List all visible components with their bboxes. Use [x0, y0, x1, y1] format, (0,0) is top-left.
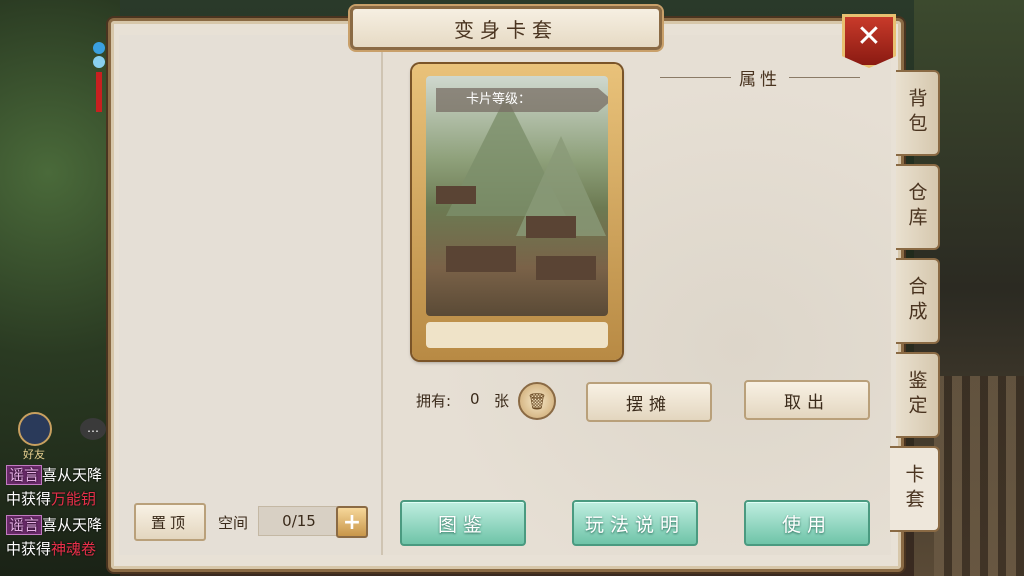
owned-label: 拥有:: [416, 392, 452, 410]
card-level-label: 卡片等级：: [436, 88, 608, 112]
space-label: 空间: [218, 514, 249, 532]
chat-text: 中获得: [6, 540, 52, 558]
tab-synthesis[interactable]: 合成: [896, 258, 940, 344]
chat-line: 谣言 喜从天降: [6, 514, 102, 535]
stall-button[interactable]: 摆摊: [586, 382, 712, 422]
card-list-pane: [119, 35, 383, 555]
tab-appraise[interactable]: 鉴定: [896, 352, 940, 438]
card-artwork: 卡片等级：: [426, 76, 608, 316]
tab-warehouse[interactable]: 仓库: [896, 164, 940, 250]
pin-top-button[interactable]: 置顶: [134, 503, 206, 541]
chat-bubble-icon[interactable]: …: [80, 418, 106, 440]
guide-button[interactable]: 玩法说明: [572, 500, 698, 546]
chat-item: 神魂卷: [51, 540, 97, 558]
tab-card-sleeve[interactable]: 卡套: [890, 446, 940, 532]
jade-pendant-decoration: [92, 40, 106, 150]
avatar: [18, 412, 52, 446]
codex-button[interactable]: 图鉴: [400, 500, 526, 546]
background-fence: [934, 376, 1024, 576]
window-title: 变身卡套: [350, 6, 662, 50]
friend-button[interactable]: 好友: [14, 412, 54, 461]
friend-label: 好友: [23, 448, 45, 461]
card-name-plate: [426, 322, 608, 348]
use-button[interactable]: 使用: [744, 500, 870, 546]
tab-backpack[interactable]: 背包: [896, 70, 940, 156]
chat-tag: 谣言: [6, 515, 43, 535]
chat-text: 喜从天降: [42, 516, 103, 534]
trash-icon[interactable]: 🗑: [518, 382, 556, 420]
transform-card[interactable]: 卡片等级：: [412, 64, 622, 360]
owned-count: 0: [470, 390, 480, 408]
attributes-heading: 属性: [660, 64, 860, 90]
chat-line: 中获得万能钥: [6, 488, 96, 509]
expand-space-button[interactable]: +: [336, 506, 368, 538]
space-value: 0/15: [258, 506, 340, 536]
chat-text: 中获得: [6, 490, 52, 508]
chat-line: 谣言 喜从天降: [6, 464, 102, 485]
chat-item: 万能钥: [51, 490, 97, 508]
chat-line: 中获得神魂卷: [6, 538, 96, 559]
attributes-title: 属性: [739, 69, 781, 90]
take-out-button[interactable]: 取出: [744, 380, 870, 420]
chat-text: 喜从天降: [42, 466, 103, 484]
chat-tag: 谣言: [6, 465, 43, 485]
owned-unit: 张: [494, 392, 510, 410]
